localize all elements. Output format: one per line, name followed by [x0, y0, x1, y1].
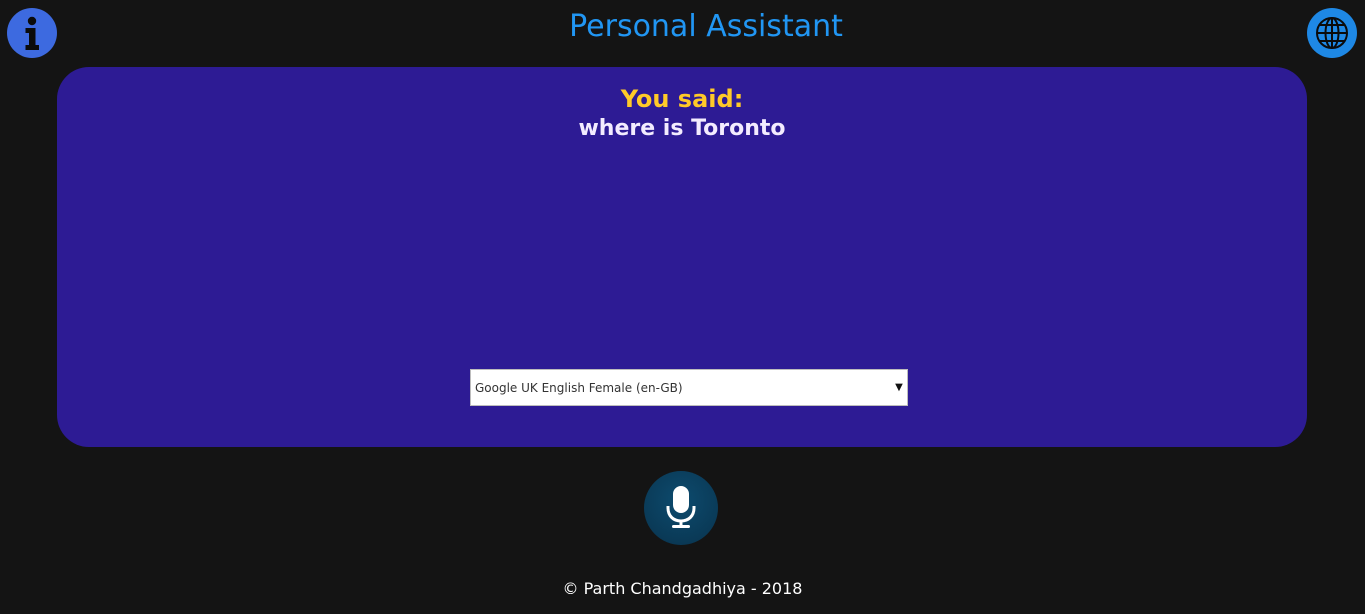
page-title: Personal Assistant [569, 9, 843, 44]
language-button[interactable] [1307, 8, 1357, 58]
microphone-button[interactable] [644, 471, 718, 545]
voice-select-value: Google UK English Female (en-GB) [475, 380, 683, 395]
transcript-text: where is Toronto [578, 116, 786, 141]
microphone-icon [666, 486, 696, 528]
conversation-panel: You said: where is Toronto Google UK Eng… [57, 67, 1307, 447]
globe-icon [1316, 17, 1348, 49]
you-said-label: You said: [620, 85, 744, 113]
page: Personal Assistant You said: where is To… [0, 0, 1365, 614]
footer-copyright: © Parth Chandgadhiya - 2018 [562, 579, 803, 598]
chevron-down-icon: ▼ [895, 382, 903, 393]
voice-select[interactable]: Google UK English Female (en-GB) ▼ [470, 369, 908, 406]
